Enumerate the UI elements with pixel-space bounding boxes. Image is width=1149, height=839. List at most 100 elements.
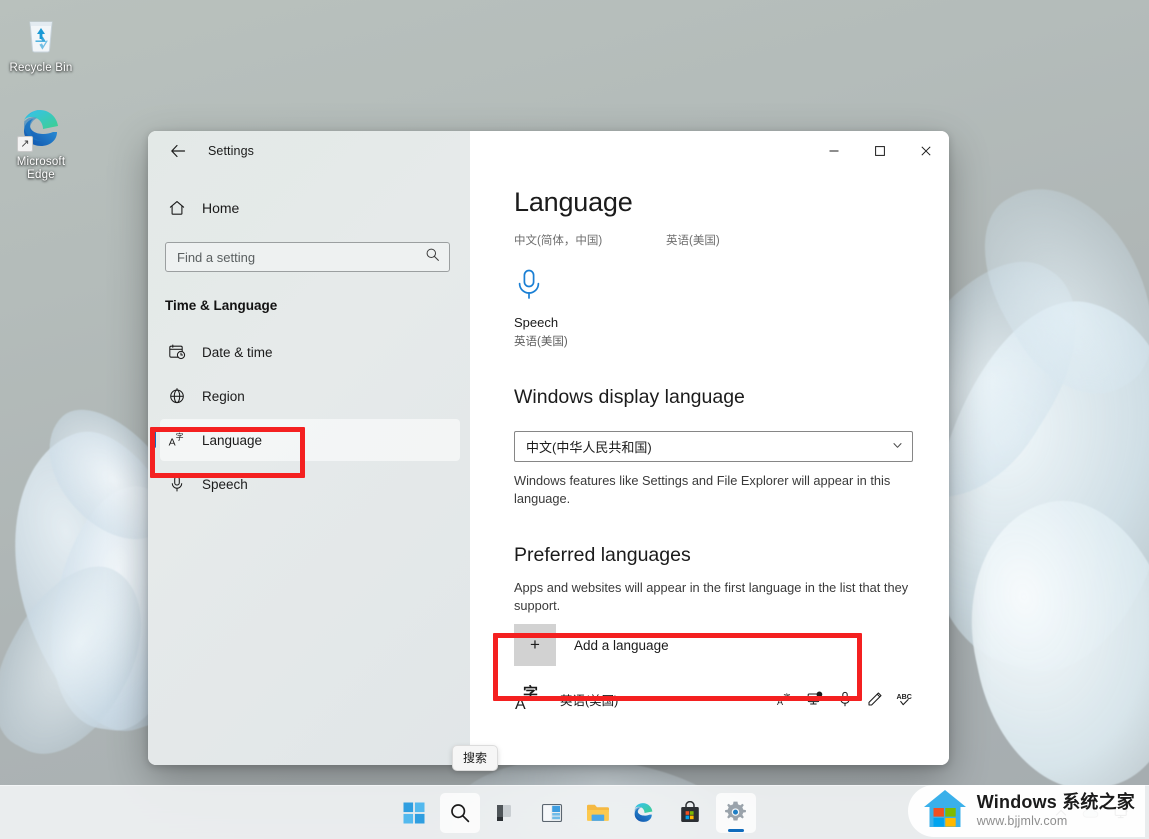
preferred-languages-heading: Preferred languages [514, 544, 913, 567]
sidebar-group-title: Time & Language [165, 298, 470, 313]
edge-icon [631, 800, 656, 825]
taskbar-start-button[interactable] [394, 793, 434, 833]
sidebar-item-label: Speech [202, 477, 248, 492]
close-button[interactable] [903, 131, 949, 171]
svg-text:字: 字 [176, 432, 184, 442]
svg-text:字: 字 [783, 692, 790, 701]
desktop-icon-microsoft-edge[interactable]: ↗ Microsoft Edge [2, 104, 80, 182]
taskbar-search-button[interactable] [440, 793, 480, 833]
settings-window: Settings Home [148, 131, 949, 765]
language-pack-icon: A 字 [514, 682, 544, 717]
search-input[interactable] [177, 250, 425, 265]
microphone-icon [514, 287, 544, 304]
watermark-title: Windows 系统之家 [977, 793, 1135, 812]
wallpaper-petal [0, 544, 170, 777]
svg-text:A: A [777, 697, 783, 707]
taskbar-microsoft-store-button[interactable] [670, 793, 710, 833]
taskbar-edge-button[interactable] [624, 793, 664, 833]
folder-icon [585, 801, 611, 825]
window-titlebar: Settings [148, 131, 470, 171]
add-a-language-button[interactable]: + Add a language [514, 622, 913, 668]
calendar-clock-icon [167, 343, 187, 361]
globe-icon [167, 387, 187, 405]
display-language-heading: Windows display language [514, 386, 913, 409]
add-a-language-label: Add a language [574, 638, 669, 653]
edge-icon: ↗ [17, 104, 65, 152]
sidebar-item-label: Date & time [202, 345, 273, 360]
home-icon [167, 199, 187, 217]
speech-microphone-icon[interactable] [836, 691, 853, 708]
settings-content-pane: Language 中文(简体，中国) 英语(美国) [470, 131, 949, 765]
settings-sidebar: Settings Home [148, 131, 470, 765]
maximize-button[interactable] [857, 131, 903, 171]
watermark-url: www.bjjmlv.com [977, 815, 1135, 828]
speech-label: Speech [514, 315, 913, 330]
preferred-languages-description: Apps and websites will appear in the fir… [514, 579, 913, 614]
spellcheck-abc-icon[interactable]: ABC [896, 691, 913, 708]
maximize-icon [874, 145, 886, 157]
svg-text:ABC: ABC [896, 693, 911, 701]
back-arrow-icon [170, 143, 186, 159]
taskbar-task-view-button[interactable] [486, 793, 526, 833]
preferred-language-list-item[interactable]: A 字 英语(美国) A 字 [514, 678, 913, 720]
search-icon[interactable] [425, 247, 440, 267]
close-icon [920, 145, 932, 157]
recycle-bin-icon [17, 10, 65, 58]
display-language-icon[interactable] [806, 691, 823, 708]
sidebar-item-label: Language [202, 433, 262, 448]
desktop-icon-recycle-bin[interactable]: Recycle Bin [2, 10, 80, 75]
minimize-icon [828, 145, 840, 157]
language-chip: 中文(简体，中国) [514, 232, 666, 248]
language-icon: A 字 [167, 431, 187, 449]
shortcut-arrow-icon: ↗ [17, 136, 33, 152]
chevron-down-icon [892, 438, 903, 456]
desktop-icon-label: Recycle Bin [2, 62, 80, 75]
store-bag-icon [678, 801, 702, 825]
language-pack-icon[interactable]: A 字 [776, 691, 793, 708]
watermark-overlay: Windows 系统之家 www.bjjmlv.com [908, 785, 1145, 837]
preferred-language-feature-icons: A 字 [776, 691, 913, 708]
preferred-language-name: 英语(美国) [560, 690, 618, 709]
speech-summary-block: Speech 英语(美国) [514, 268, 913, 349]
wallpaper-petal [947, 482, 1149, 807]
window-controls [470, 131, 949, 171]
display-language-value: 中文(中华人民共和国) [526, 437, 892, 456]
sidebar-home-label: Home [202, 200, 239, 216]
search-box[interactable] [165, 242, 450, 272]
taskbar-settings-button[interactable] [716, 793, 756, 833]
search-tooltip: 搜索 [452, 745, 498, 771]
taskbar-widgets-button[interactable] [532, 793, 572, 833]
language-chip: 英语(美国) [666, 232, 720, 248]
taskbar-file-explorer-button[interactable] [578, 793, 618, 833]
back-button[interactable] [164, 137, 192, 165]
content-scroll-area: Language 中文(简体，中国) 英语(美国) [470, 171, 949, 765]
plus-icon: + [514, 624, 556, 666]
speech-sublabel: 英语(美国) [514, 333, 913, 349]
windows-start-icon [402, 801, 426, 825]
svg-text:字: 字 [523, 684, 538, 702]
windows-house-logo [922, 788, 968, 835]
sidebar-item-date-and-time[interactable]: Date & time [160, 331, 460, 373]
sidebar-item-speech[interactable]: Speech [160, 463, 460, 505]
sidebar-item-language[interactable]: A 字 Language [160, 419, 460, 461]
sidebar-nav-list: Date & time Region [148, 329, 470, 507]
minimize-button[interactable] [811, 131, 857, 171]
app-title: Settings [208, 144, 254, 158]
svg-text:A: A [169, 437, 176, 449]
gear-icon [723, 800, 748, 825]
desktop: Recycle Bin ↗ Microsoft Edge [0, 0, 1149, 839]
widgets-icon [540, 801, 564, 825]
sidebar-item-home[interactable]: Home [164, 191, 470, 225]
microphone-icon [167, 475, 187, 493]
display-language-dropdown[interactable]: 中文(中华人民共和国) [514, 431, 913, 462]
display-language-description: Windows features like Settings and File … [514, 472, 913, 507]
page-title: Language [514, 187, 913, 218]
search-icon [449, 802, 471, 824]
sidebar-item-label: Region [202, 389, 245, 404]
taskbar-buttons [394, 793, 756, 833]
sidebar-search-wrapper [148, 225, 470, 272]
handwriting-pen-icon[interactable] [866, 691, 883, 708]
task-view-icon [494, 801, 518, 825]
language-summary-chips: 中文(简体，中国) 英语(美国) [514, 232, 913, 248]
sidebar-item-region[interactable]: Region [160, 375, 460, 417]
